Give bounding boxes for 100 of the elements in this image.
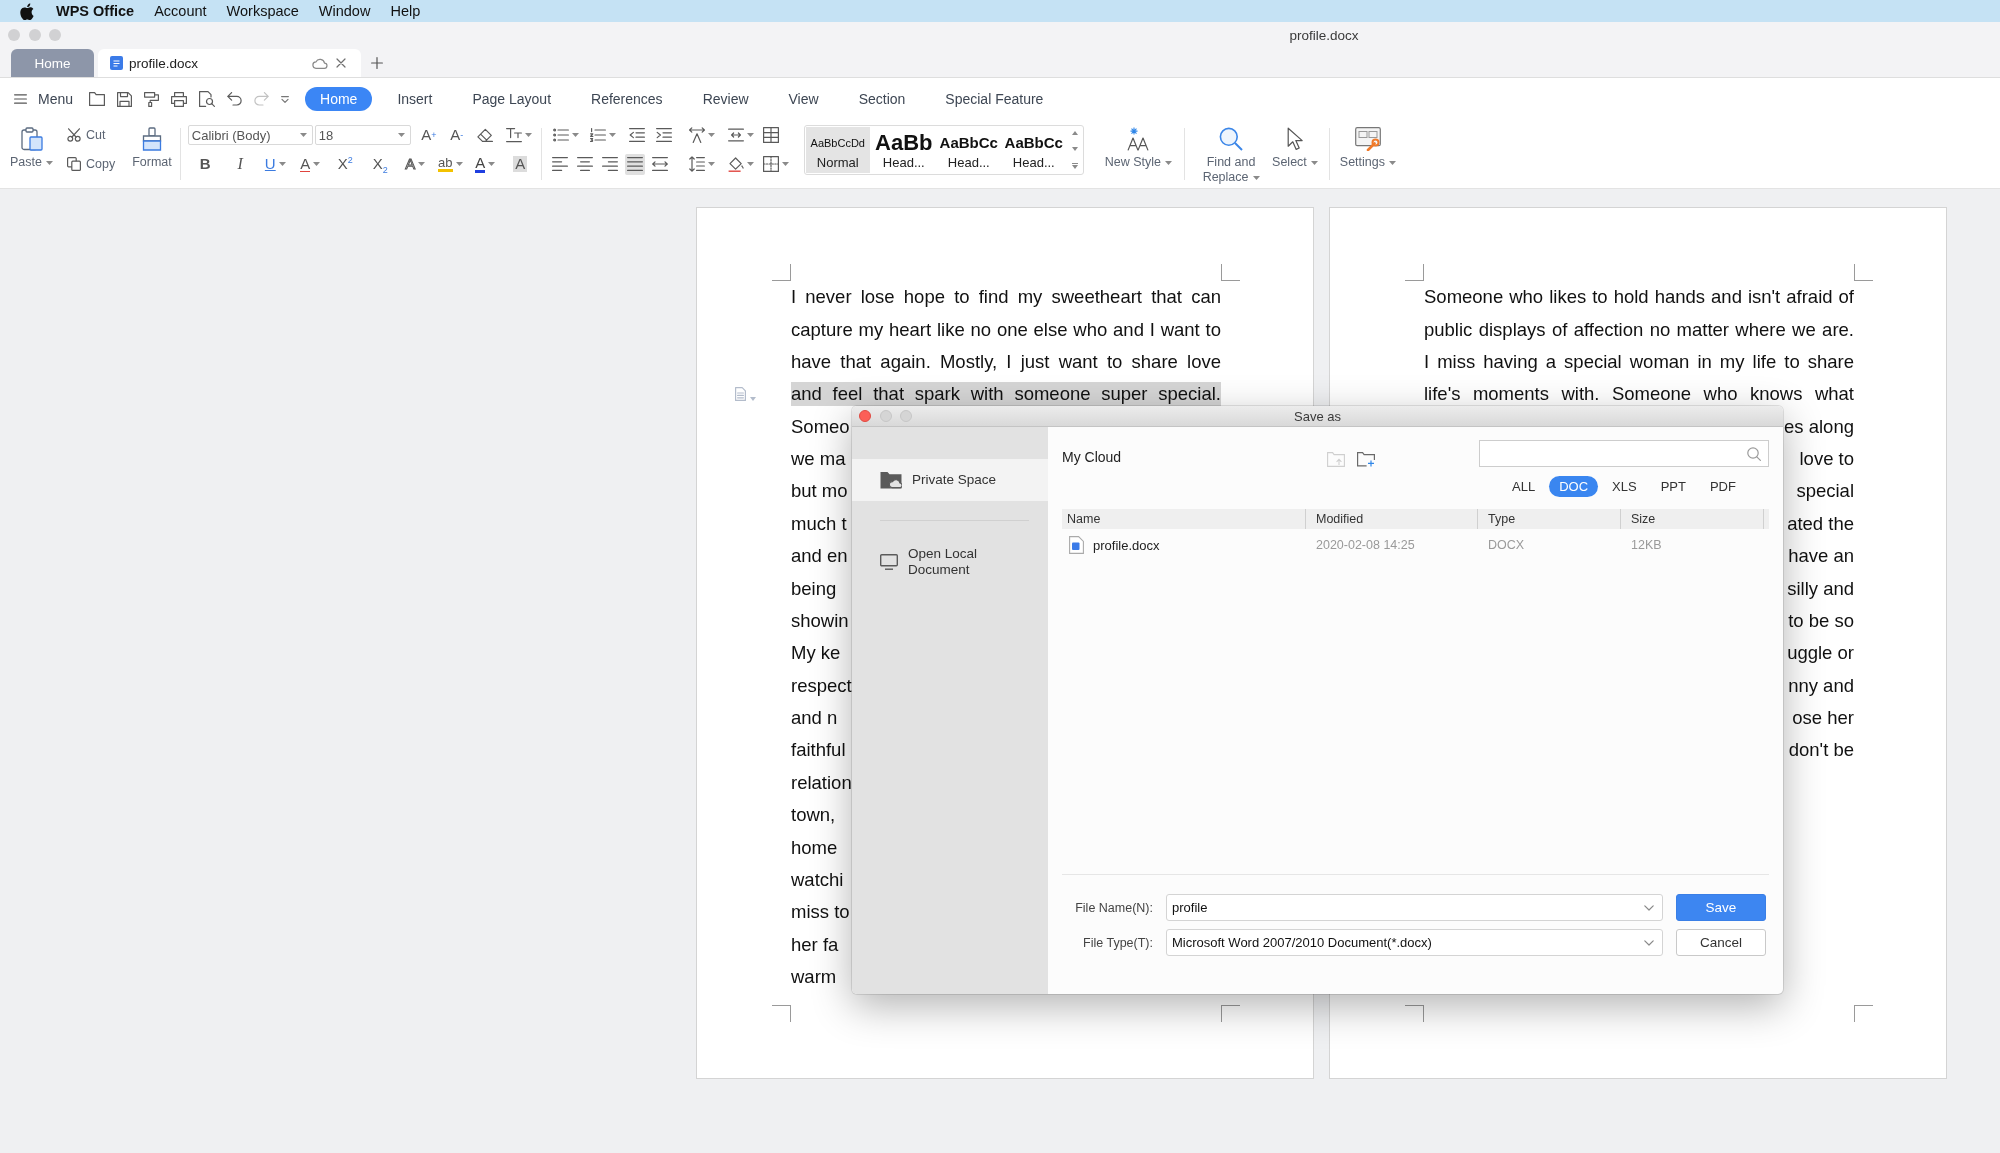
caret-icon[interactable]: [571, 133, 579, 137]
ribbon-tab[interactable]: Home: [305, 87, 373, 111]
text-effect-button[interactable]: A: [397, 154, 433, 174]
style-option[interactable]: AaBbCc Head...: [937, 127, 1000, 173]
paragraph-page-icon[interactable]: [735, 387, 746, 402]
caret-icon[interactable]: [707, 162, 715, 166]
eraser-icon[interactable]: [476, 128, 493, 142]
ribbon-tab[interactable]: Special Feature: [930, 87, 1059, 111]
sidebar-item[interactable]: Private Space: [852, 459, 1048, 501]
copy-button[interactable]: Copy: [67, 154, 116, 174]
caret-icon[interactable]: [781, 162, 789, 166]
caret-icon[interactable]: [608, 133, 616, 137]
new-folder-icon[interactable]: [1357, 451, 1375, 467]
column-header[interactable]: Size: [1621, 509, 1764, 529]
scroll-down-icon[interactable]: [1071, 147, 1078, 151]
font-size-field[interactable]: 18: [314, 125, 411, 145]
character-shading-button[interactable]: A: [502, 154, 538, 174]
caret-icon[interactable]: [707, 133, 715, 137]
ribbon-tab[interactable]: Insert: [382, 87, 448, 111]
text-style-icon[interactable]: [505, 127, 522, 143]
apple-icon[interactable]: [20, 2, 34, 20]
borders-icon[interactable]: [762, 156, 779, 172]
caret-icon[interactable]: [1165, 160, 1173, 165]
strikethrough-button[interactable]: A: [292, 154, 328, 174]
format-painter-button[interactable]: Format: [132, 125, 172, 170]
undo-icon[interactable]: [227, 92, 243, 106]
bullet-list-icon[interactable]: [552, 128, 569, 142]
filter-tab[interactable]: DOC: [1549, 476, 1599, 497]
indent-icon[interactable]: [655, 128, 672, 142]
font-color-button[interactable]: A: [467, 154, 503, 174]
sidebar-item[interactable]: Open Local Document: [852, 541, 1048, 583]
ribbon-tab[interactable]: View: [773, 87, 834, 111]
caret-icon[interactable]: [397, 133, 405, 137]
menu-item[interactable]: Window: [318, 3, 371, 19]
caret-icon[interactable]: [524, 133, 532, 137]
table-icon[interactable]: [762, 127, 779, 143]
new-style-button[interactable]: New Style: [1104, 125, 1173, 170]
caret-icon[interactable]: [488, 162, 496, 166]
line-spacing-icon[interactable]: [688, 156, 705, 172]
column-header[interactable]: Modified: [1306, 509, 1478, 529]
cut-button[interactable]: Cut: [67, 125, 116, 145]
caret-icon[interactable]: [46, 160, 53, 165]
line-arrows-icon[interactable]: [727, 128, 744, 142]
plus-icon[interactable]: [371, 57, 383, 69]
redo-icon[interactable]: [254, 92, 270, 106]
menu-item[interactable]: Help: [390, 3, 421, 19]
caret-icon[interactable]: [455, 162, 463, 166]
find-replace-button[interactable]: Find and Replace: [1201, 125, 1262, 185]
expand-icon[interactable]: [1071, 163, 1078, 169]
superscript-button[interactable]: X$^{2}$: [327, 154, 363, 174]
outdent-icon[interactable]: [628, 128, 645, 142]
paste-button[interactable]: Paste: [10, 125, 53, 170]
format-painter-icon[interactable]: [144, 91, 160, 107]
caret-icon[interactable]: [278, 162, 286, 166]
print-icon[interactable]: [171, 91, 188, 107]
save-button[interactable]: Save: [1676, 894, 1766, 921]
ribbon-tab[interactable]: Page Layout: [457, 87, 567, 111]
search-field[interactable]: [1479, 440, 1769, 467]
caret-icon[interactable]: [1389, 160, 1396, 165]
fill-bucket-icon[interactable]: [727, 156, 744, 172]
numbered-list-icon[interactable]: [589, 128, 606, 142]
ribbon-tab[interactable]: Section: [843, 87, 921, 111]
filter-tab[interactable]: ALL: [1502, 476, 1546, 497]
app-menu[interactable]: WPS Office: [56, 3, 135, 19]
folder-icon[interactable]: [89, 92, 106, 106]
text-direction-icon[interactable]: [688, 127, 705, 143]
column-header[interactable]: Type: [1478, 509, 1621, 529]
menu-button[interactable]: Menu: [10, 87, 78, 111]
save-icon[interactable]: [117, 91, 133, 107]
style-option[interactable]: AaBbCcDd Normal: [805, 127, 870, 173]
caret-icon[interactable]: [418, 162, 426, 166]
filter-tab[interactable]: XLS: [1602, 476, 1647, 497]
font-name-field[interactable]: Calibri (Body): [187, 125, 313, 145]
caret-icon[interactable]: [746, 162, 754, 166]
menu-item[interactable]: Account: [154, 3, 207, 19]
document-tab[interactable]: profile.docx: [98, 49, 361, 77]
align-justify-button[interactable]: [624, 153, 645, 175]
filter-tab[interactable]: PDF: [1699, 476, 1746, 497]
cloud-icon[interactable]: [312, 57, 328, 69]
close-icon[interactable]: [336, 58, 346, 68]
ribbon-tab[interactable]: Review: [687, 87, 764, 111]
italic-button[interactable]: I: [222, 154, 258, 174]
caret-icon[interactable]: [1310, 160, 1318, 165]
select-button[interactable]: Select: [1272, 125, 1318, 170]
highlight-button[interactable]: ab: [432, 154, 468, 174]
caret-icon[interactable]: [313, 162, 321, 166]
caret-icon[interactable]: [1252, 175, 1260, 180]
caret-icon[interactable]: [299, 133, 307, 137]
caret-icon[interactable]: [750, 397, 756, 402]
subscript-button[interactable]: X$_{2}$: [362, 154, 398, 174]
menu-item[interactable]: Workspace: [226, 3, 299, 19]
style-option[interactable]: AaBb Head...: [871, 127, 936, 173]
file-name-field[interactable]: profile: [1166, 894, 1663, 921]
ribbon-tab[interactable]: References: [576, 87, 678, 111]
cancel-button[interactable]: Cancel: [1676, 929, 1766, 956]
filter-tab[interactable]: PPT: [1650, 476, 1696, 497]
caret-icon[interactable]: [746, 133, 754, 137]
window-close-icon[interactable]: [859, 410, 871, 422]
scroll-up-icon[interactable]: [1071, 131, 1078, 135]
print-preview-icon[interactable]: [199, 91, 216, 107]
